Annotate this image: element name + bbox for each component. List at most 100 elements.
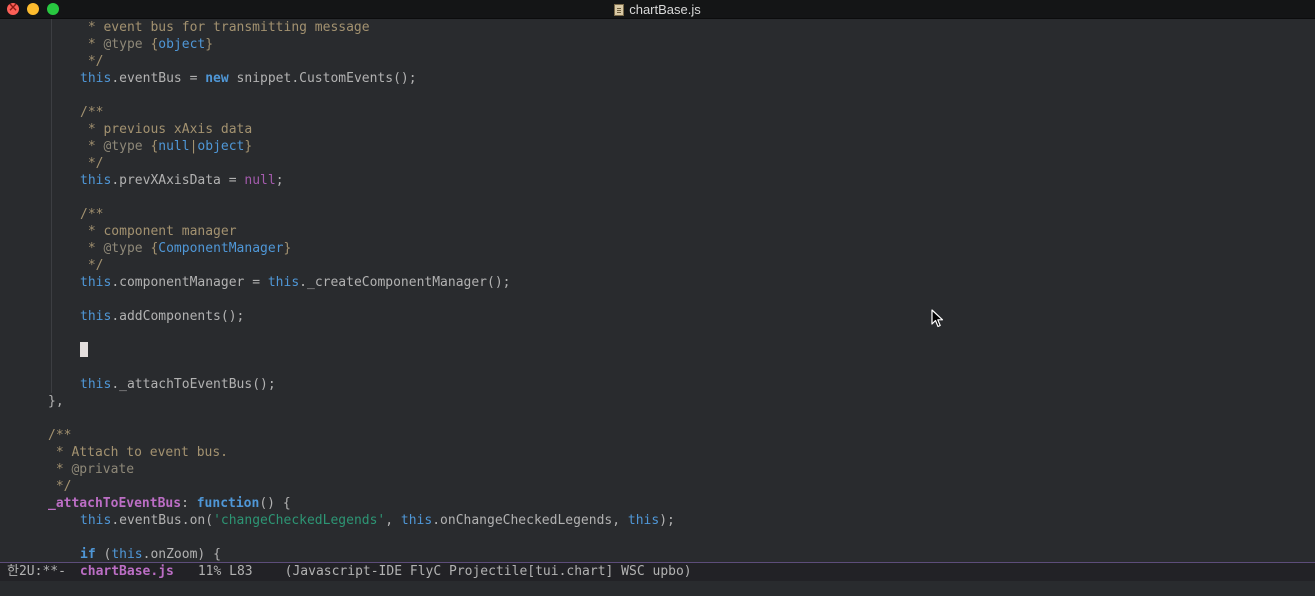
code-token: this xyxy=(80,513,112,528)
code-token: .eventBus.on( xyxy=(111,513,214,528)
code-line[interactable]: /** xyxy=(48,104,1308,121)
code-token: .addComponents(); xyxy=(111,309,245,324)
code-token: } xyxy=(205,37,214,52)
mode-line: 한2U:**- chartBase.js 11% L83 (Javascript… xyxy=(0,562,1315,581)
code-token: */ xyxy=(80,156,104,171)
code-token: this xyxy=(80,275,112,290)
code-token: 'changeCheckedLegends' xyxy=(213,513,386,528)
code-token: null xyxy=(244,173,276,188)
code-line[interactable]: /** xyxy=(48,427,1308,444)
code-text: * event bus for transmitting message xyxy=(48,20,370,35)
code-token: () { xyxy=(259,496,291,511)
code-text: this.prevXAxisData = null; xyxy=(48,173,284,188)
code-line[interactable]: this.prevXAxisData = null; xyxy=(48,172,1308,189)
code-token: object xyxy=(197,139,245,154)
cursor-position: 11% L83 xyxy=(197,564,253,579)
code-line[interactable]: * event bus for transmitting message xyxy=(48,19,1308,36)
code-text: * @private xyxy=(48,462,134,477)
buffer-name[interactable]: chartBase.js xyxy=(80,563,174,581)
code-line[interactable]: /** xyxy=(48,206,1308,223)
document-icon xyxy=(614,3,625,16)
code-token: .componentManager = xyxy=(111,275,268,290)
code-token: ._attachToEventBus(); xyxy=(111,377,276,392)
code-line[interactable]: }, xyxy=(48,393,1308,410)
code-line[interactable] xyxy=(48,325,1308,342)
indent-guide xyxy=(51,359,52,376)
code-token: null xyxy=(158,139,190,154)
code-line[interactable]: if (this.onZoom) { xyxy=(48,546,1308,562)
text-cursor xyxy=(80,342,88,357)
code-token: * component manager xyxy=(80,224,237,239)
code-token: this xyxy=(267,275,300,290)
code-line[interactable]: * previous xAxis data xyxy=(48,121,1308,138)
code-line[interactable] xyxy=(48,359,1308,376)
code-token: function xyxy=(196,496,260,511)
code-line[interactable]: */ xyxy=(48,53,1308,70)
code-line[interactable] xyxy=(48,529,1308,546)
indent-guide xyxy=(51,189,52,206)
code-line[interactable]: * component manager xyxy=(48,223,1308,240)
code-line[interactable] xyxy=(48,410,1308,427)
code-line[interactable]: * @type {null|object} xyxy=(48,138,1308,155)
code-line[interactable]: */ xyxy=(48,257,1308,274)
code-text: this.eventBus.on('changeCheckedLegends',… xyxy=(48,513,675,528)
code-token: .eventBus = xyxy=(111,71,206,86)
code-token: new xyxy=(205,71,229,86)
code-text: /** xyxy=(48,207,103,222)
code-token: ._createComponentManager(); xyxy=(299,275,511,290)
code-text: * Attach to event bus. xyxy=(48,445,228,460)
code-token: .prevXAxisData = xyxy=(111,173,245,188)
code-line[interactable]: this.eventBus = new snippet.CustomEvents… xyxy=(48,70,1308,87)
code-token: /** xyxy=(48,428,72,443)
code-token: ComponentManager xyxy=(158,241,284,256)
code-line[interactable] xyxy=(48,189,1308,206)
code-token: this xyxy=(111,547,143,562)
active-modes[interactable]: (Javascript-IDE FlyC Projectile[tui.char… xyxy=(285,563,692,581)
code-text: this.componentManager = this._createComp… xyxy=(48,275,511,290)
code-token: /** xyxy=(80,207,104,222)
code-line[interactable]: */ xyxy=(48,155,1308,172)
indent-guide xyxy=(51,325,52,342)
code-text xyxy=(48,342,88,358)
code-text: _attachToEventBus: function() { xyxy=(48,496,291,511)
code-token: ); xyxy=(659,513,675,528)
code-line[interactable]: * @private xyxy=(48,461,1308,478)
editor-pane[interactable]: * event bus for transmitting message * @… xyxy=(0,19,1315,562)
code-line[interactable]: this.componentManager = this._createComp… xyxy=(48,274,1308,291)
code-token: snippet.CustomEvents(); xyxy=(228,71,417,86)
mouse-pointer-icon xyxy=(931,309,944,328)
code-token: */ xyxy=(80,54,104,69)
code-line[interactable]: */ xyxy=(48,478,1308,495)
code-text: */ xyxy=(48,258,104,273)
code-token: .onChangeCheckedLegends, xyxy=(432,513,628,528)
code-token: * xyxy=(48,462,72,477)
code-text: */ xyxy=(48,54,104,69)
code-text: /** xyxy=(48,428,71,443)
code-line[interactable]: this.eventBus.on('changeCheckedLegends',… xyxy=(48,512,1308,529)
code-line[interactable]: _attachToEventBus: function() { xyxy=(48,495,1308,512)
code-token: */ xyxy=(80,258,104,273)
code-token: ; xyxy=(275,173,284,188)
code-line[interactable] xyxy=(48,87,1308,104)
code-line[interactable] xyxy=(48,291,1308,308)
code-text: this.eventBus = new snippet.CustomEvents… xyxy=(48,71,417,86)
code-line[interactable]: * @type {object} xyxy=(48,36,1308,53)
code-line[interactable]: this.addComponents(); xyxy=(48,308,1308,325)
code-text: if (this.onZoom) { xyxy=(48,547,221,562)
code-text: this._attachToEventBus(); xyxy=(48,377,276,392)
code-token: @type xyxy=(103,37,143,52)
minibuffer[interactable] xyxy=(0,581,1315,596)
code-token: this xyxy=(80,173,112,188)
code-line[interactable] xyxy=(48,342,1308,359)
code-token: /** xyxy=(80,105,104,120)
code-area[interactable]: * event bus for transmitting message * @… xyxy=(48,19,1308,562)
code-line[interactable]: * Attach to event bus. xyxy=(48,444,1308,461)
code-line[interactable]: * @type {ComponentManager} xyxy=(48,240,1308,257)
code-line[interactable]: this._attachToEventBus(); xyxy=(48,376,1308,393)
code-token: this xyxy=(80,377,112,392)
indent-guide xyxy=(51,291,52,308)
code-token: }, xyxy=(48,394,64,409)
code-token: { xyxy=(142,241,159,256)
code-token: * Attach to event bus. xyxy=(48,445,229,460)
code-token: : xyxy=(181,496,197,511)
